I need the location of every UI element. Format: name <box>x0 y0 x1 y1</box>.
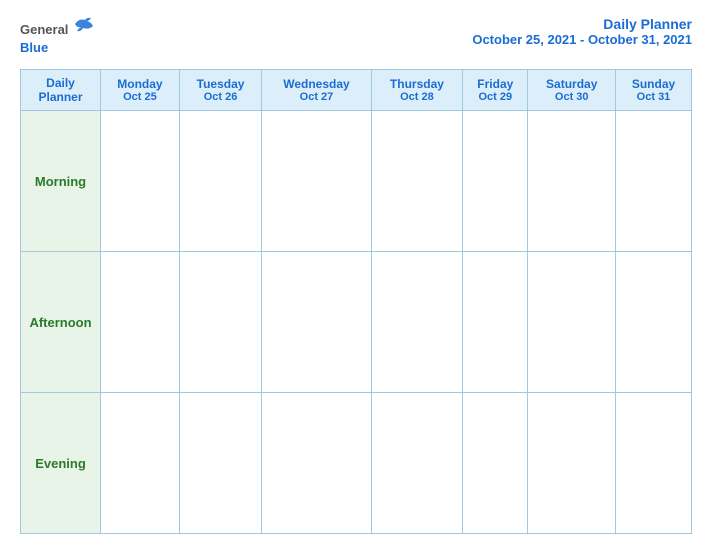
planner-date-range: October 25, 2021 - October 31, 2021 <box>472 32 692 47</box>
afternoon-label-cell: Afternoon <box>21 252 101 393</box>
morning-monday[interactable] <box>101 111 180 252</box>
afternoon-monday[interactable] <box>101 252 180 393</box>
table-row: Evening <box>21 393 692 534</box>
afternoon-sunday[interactable] <box>616 252 692 393</box>
logo-bird-icon <box>73 16 95 34</box>
tuesday-label: Tuesday <box>184 77 257 91</box>
logo: General Blue <box>20 16 95 57</box>
sunday-date: Oct 31 <box>620 91 687 103</box>
afternoon-friday[interactable] <box>463 252 528 393</box>
morning-wednesday[interactable] <box>262 111 371 252</box>
planner-table: Daily Planner Monday Oct 25 Tuesday Oct … <box>20 69 692 534</box>
title-area: Daily Planner October 25, 2021 - October… <box>472 16 692 47</box>
thursday-label: Thursday <box>376 77 458 91</box>
afternoon-tuesday[interactable] <box>179 252 261 393</box>
saturday-label: Saturday <box>532 77 611 91</box>
evening-tuesday[interactable] <box>179 393 261 534</box>
evening-thursday[interactable] <box>371 393 462 534</box>
tuesday-date: Oct 26 <box>184 91 257 103</box>
logo-blue: Blue <box>20 40 48 55</box>
table-row: Morning <box>21 111 692 252</box>
sunday-label: Sunday <box>620 77 687 91</box>
header-label-cell: Daily Planner <box>21 70 101 111</box>
header-thursday: Thursday Oct 28 <box>371 70 462 111</box>
page-header: General Blue Daily Planner October 25, 2… <box>20 16 692 57</box>
header-monday: Monday Oct 25 <box>101 70 180 111</box>
evening-saturday[interactable] <box>528 393 616 534</box>
morning-sunday[interactable] <box>616 111 692 252</box>
evening-sunday[interactable] <box>616 393 692 534</box>
wednesday-label: Wednesday <box>266 77 366 91</box>
friday-date: Oct 29 <box>467 91 523 103</box>
thursday-date: Oct 28 <box>376 91 458 103</box>
friday-label: Friday <box>467 77 523 91</box>
header-sunday: Sunday Oct 31 <box>616 70 692 111</box>
afternoon-saturday[interactable] <box>528 252 616 393</box>
logo-general: General <box>20 22 68 37</box>
table-body: Morning Afternoon Evening <box>21 111 692 534</box>
table-row: Afternoon <box>21 252 692 393</box>
saturday-date: Oct 30 <box>532 91 611 103</box>
morning-label-cell: Morning <box>21 111 101 252</box>
planner-title: Daily Planner <box>472 16 692 32</box>
table-header: Daily Planner Monday Oct 25 Tuesday Oct … <box>21 70 692 111</box>
evening-friday[interactable] <box>463 393 528 534</box>
wednesday-date: Oct 27 <box>266 91 366 103</box>
monday-label: Monday <box>105 77 175 91</box>
afternoon-thursday[interactable] <box>371 252 462 393</box>
morning-tuesday[interactable] <box>179 111 261 252</box>
monday-date: Oct 25 <box>105 91 175 103</box>
afternoon-wednesday[interactable] <box>262 252 371 393</box>
morning-friday[interactable] <box>463 111 528 252</box>
morning-saturday[interactable] <box>528 111 616 252</box>
header-daily: Daily <box>25 76 96 90</box>
header-friday: Friday Oct 29 <box>463 70 528 111</box>
header-wednesday: Wednesday Oct 27 <box>262 70 371 111</box>
morning-thursday[interactable] <box>371 111 462 252</box>
header-saturday: Saturday Oct 30 <box>528 70 616 111</box>
evening-monday[interactable] <box>101 393 180 534</box>
header-tuesday: Tuesday Oct 26 <box>179 70 261 111</box>
evening-wednesday[interactable] <box>262 393 371 534</box>
header-planner: Planner <box>25 90 96 104</box>
evening-label-cell: Evening <box>21 393 101 534</box>
